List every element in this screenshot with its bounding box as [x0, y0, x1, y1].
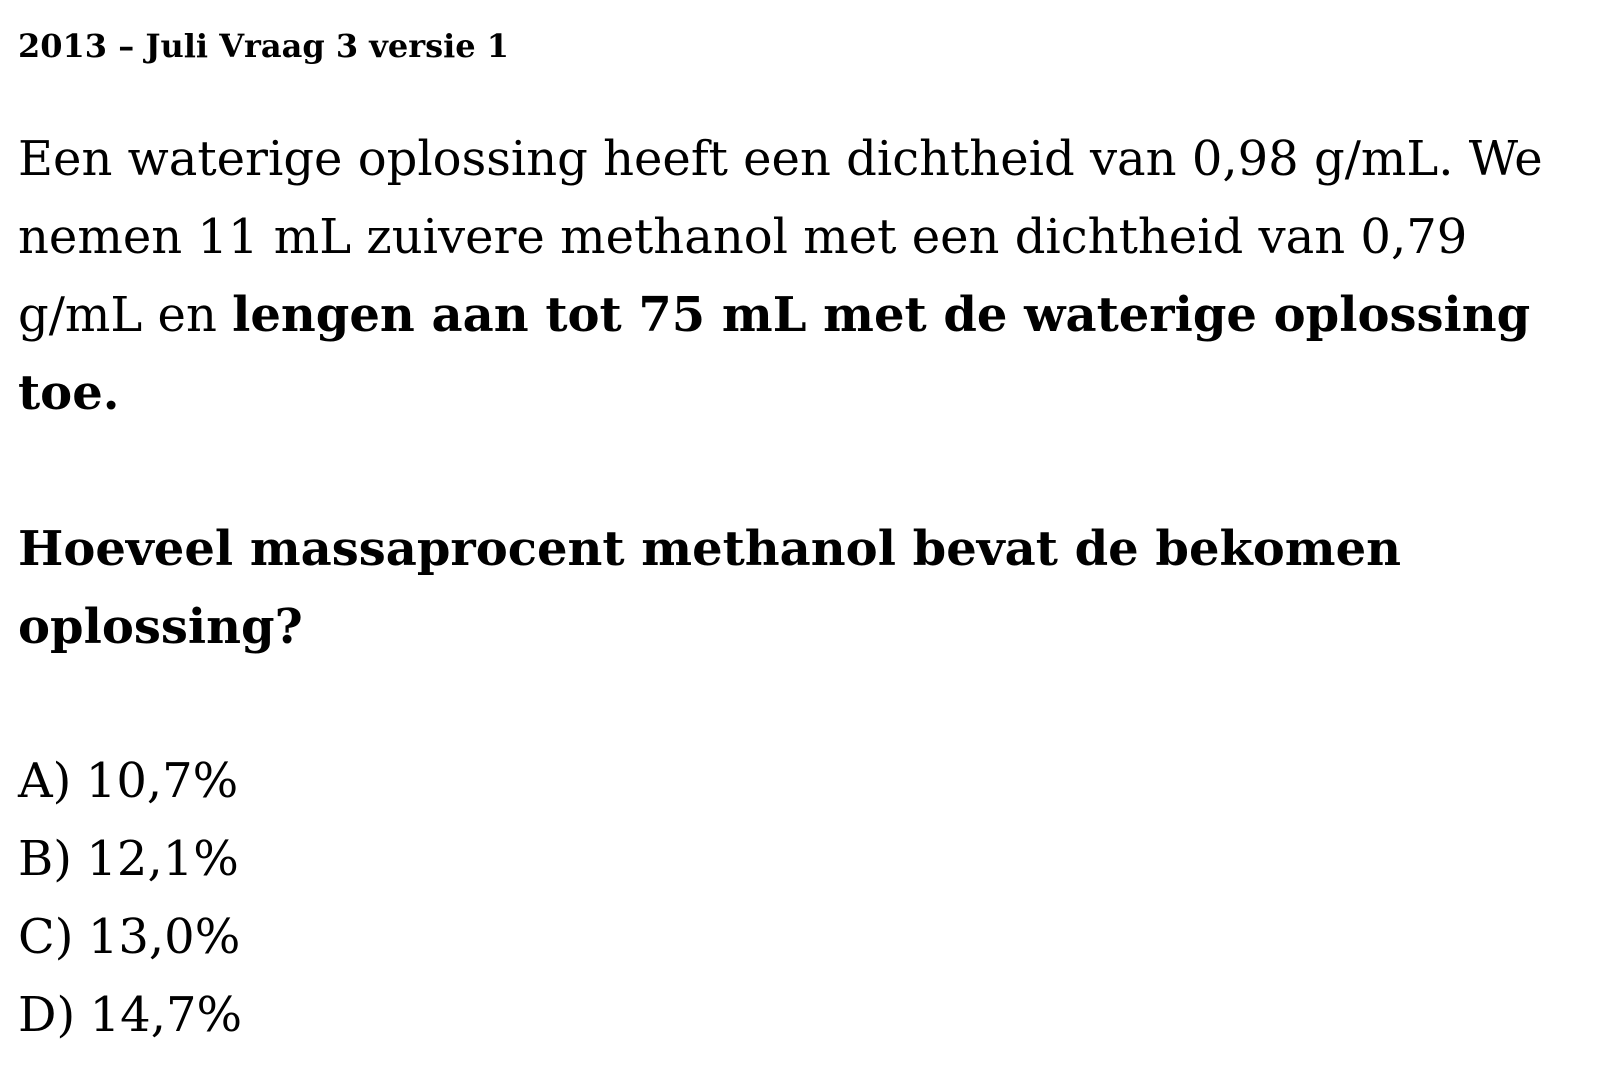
option-a[interactable]: A) 10,7% [18, 742, 242, 820]
page-title: 2013 – Juli Vraag 3 versie 1 [18, 27, 510, 65]
option-letter: C) [18, 909, 74, 965]
option-value: 12,1% [86, 831, 239, 887]
option-letter: B) [18, 831, 72, 887]
question-text: Hoeveel massaprocent methanol bevat de b… [18, 521, 1402, 655]
option-letter: A) [18, 753, 72, 809]
option-b[interactable]: B) 12,1% [18, 820, 242, 898]
option-value: 13,0% [87, 909, 241, 965]
problem-statement: Een waterige oplossing heeft een dichthe… [18, 120, 1578, 432]
option-letter: D) [18, 987, 76, 1043]
option-value: 10,7% [85, 753, 239, 809]
problem-emphasis-text: lengen aan tot 75 mL met de waterige opl… [18, 287, 1531, 421]
option-value: 14,7% [89, 987, 243, 1043]
option-c[interactable]: C) 13,0% [18, 898, 242, 976]
answer-options: A) 10,7% B) 12,1% C) 13,0% D) 14,7% [18, 742, 242, 1054]
option-d[interactable]: D) 14,7% [18, 976, 242, 1054]
